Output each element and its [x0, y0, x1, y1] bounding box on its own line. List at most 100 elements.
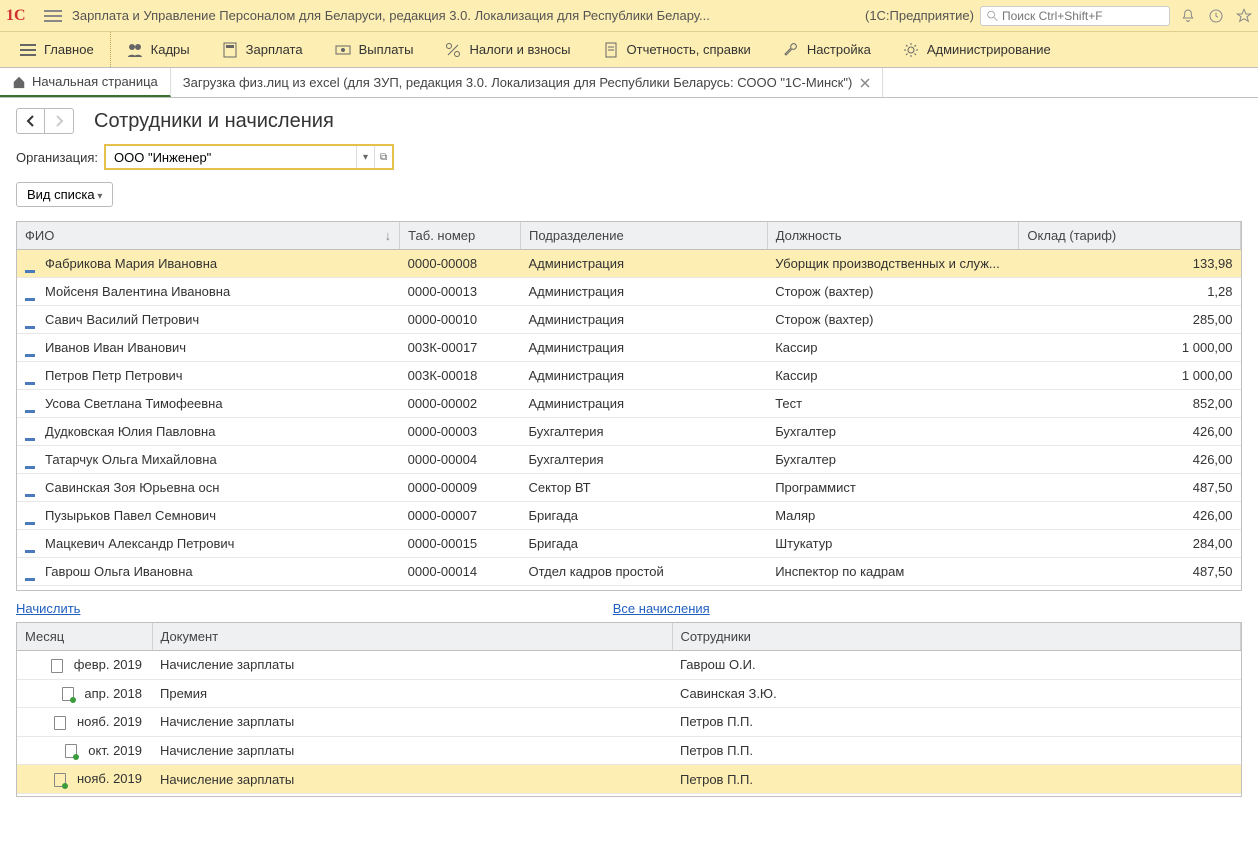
- tab-bar: Начальная страница Загрузка физ.лиц из e…: [0, 68, 1258, 98]
- menu-admin[interactable]: Администрирование: [887, 32, 1067, 67]
- col-emp[interactable]: Сотрудники: [672, 623, 1241, 651]
- logo-1c: 1С⃝: [6, 7, 38, 25]
- employees-table: ФИО Таб. номер Подразделение Должность О…: [17, 222, 1241, 586]
- row-icon: [25, 261, 39, 269]
- menu-main[interactable]: Главное: [4, 32, 111, 67]
- menu-label: Главное: [44, 42, 94, 57]
- table-row[interactable]: Усова Светлана Тимофеевна0000-00002Админ…: [17, 390, 1241, 418]
- app-title: Зарплата и Управление Персоналом для Бел…: [72, 8, 859, 23]
- col-doc[interactable]: Документ: [152, 623, 672, 651]
- bars-icon: [20, 42, 36, 58]
- row-icon: [25, 541, 39, 549]
- page-header: Сотрудники и начисления: [0, 98, 1258, 140]
- view-row: Вид списка: [0, 174, 1258, 215]
- doc-icon: [54, 773, 66, 787]
- links-row: Начислить Все начисления: [0, 591, 1258, 622]
- table-row[interactable]: Фабрикова Мария Ивановна0000-00008Админи…: [17, 250, 1241, 278]
- menu-label: Налоги и взносы: [469, 42, 570, 57]
- row-icon: [25, 289, 39, 297]
- table-row[interactable]: окт. 2019Начисление зарплатыПетров П.П.: [17, 736, 1241, 765]
- percent-icon: [445, 42, 461, 58]
- table-row[interactable]: Татарчук Ольга Михайловна0000-00004Бухга…: [17, 446, 1241, 474]
- col-tab[interactable]: Таб. номер: [400, 222, 521, 250]
- org-label: Организация:: [16, 150, 98, 165]
- money-icon: [335, 42, 351, 58]
- accrue-link[interactable]: Начислить: [16, 601, 80, 616]
- calc-icon: [222, 42, 238, 58]
- hamburger-icon[interactable]: [44, 7, 62, 25]
- table-row[interactable]: апр. 2018ПремияСавинская З.Ю.: [17, 679, 1241, 708]
- menu-kadry[interactable]: Кадры: [111, 32, 206, 67]
- row-icon: [25, 485, 39, 493]
- table-header-row: Месяц Документ Сотрудники: [17, 623, 1241, 651]
- view-list-button[interactable]: Вид списка: [16, 182, 113, 207]
- table-row[interactable]: Пузырьков Павел Семнович0000-00007Бригад…: [17, 502, 1241, 530]
- doc-icon: [65, 744, 77, 758]
- tab-home[interactable]: Начальная страница: [0, 68, 171, 97]
- nav-back[interactable]: [17, 109, 45, 133]
- star-icon[interactable]: [1236, 8, 1252, 24]
- all-accruals-link[interactable]: Все начисления: [613, 601, 710, 616]
- wrench-icon: [783, 42, 799, 58]
- search-input[interactable]: [1002, 9, 1163, 23]
- menu-label: Зарплата: [246, 42, 303, 57]
- employees-table-container[interactable]: ФИО Таб. номер Подразделение Должность О…: [16, 221, 1242, 591]
- menu-label: Отчетность, справки: [627, 42, 751, 57]
- table-row[interactable]: Дудковская Юлия Павловна0000-00003Бухгал…: [17, 418, 1241, 446]
- col-sal[interactable]: Оклад (тариф): [1019, 222, 1241, 250]
- row-icon: [25, 429, 39, 437]
- row-icon: [25, 345, 39, 353]
- accruals-table-container[interactable]: Месяц Документ Сотрудники февр. 2019Начи…: [16, 622, 1242, 797]
- menu-payments[interactable]: Выплаты: [319, 32, 430, 67]
- page-title: Сотрудники и начисления: [94, 110, 334, 133]
- dropdown-icon[interactable]: ▾: [356, 146, 374, 168]
- table-row[interactable]: февр. 2019Начисление зарплатыГаврош О.И.: [17, 651, 1241, 680]
- table-row[interactable]: Мацкевич Александр Петрович0000-00015Бри…: [17, 530, 1241, 558]
- accruals-table: Месяц Документ Сотрудники февр. 2019Начи…: [17, 623, 1241, 794]
- table-header-row: ФИО Таб. номер Подразделение Должность О…: [17, 222, 1241, 250]
- top-icons: [1180, 8, 1252, 24]
- people-icon: [127, 42, 143, 58]
- menu-settings[interactable]: Настройка: [767, 32, 887, 67]
- tab-import[interactable]: Загрузка физ.лиц из excel (для ЗУП, реда…: [171, 68, 884, 97]
- close-icon[interactable]: [860, 78, 870, 88]
- org-select[interactable]: ▾ ⧉: [104, 144, 394, 170]
- table-row[interactable]: Гаврош Ольга Ивановна0000-00014Отдел кад…: [17, 558, 1241, 586]
- col-fio[interactable]: ФИО: [17, 222, 400, 250]
- row-icon: [25, 569, 39, 577]
- report-icon: [603, 42, 619, 58]
- menu-label: Настройка: [807, 42, 871, 57]
- doc-icon: [54, 716, 66, 730]
- open-icon[interactable]: ⧉: [374, 146, 392, 168]
- tab-label: Начальная страница: [32, 74, 158, 89]
- history-icon[interactable]: [1208, 8, 1224, 24]
- col-pos[interactable]: Должность: [767, 222, 1019, 250]
- menu-reports[interactable]: Отчетность, справки: [587, 32, 767, 67]
- table-row[interactable]: Савинская Зоя Юрьевна осн0000-00009Секто…: [17, 474, 1241, 502]
- col-dep[interactable]: Подразделение: [520, 222, 767, 250]
- table-row[interactable]: Мойсеня Валентина Ивановна0000-00013Адми…: [17, 278, 1241, 306]
- global-search[interactable]: [980, 6, 1170, 26]
- nav-forward[interactable]: [45, 109, 73, 133]
- doc-icon: [62, 687, 74, 701]
- title-bar: 1С⃝ Зарплата и Управление Персоналом для…: [0, 0, 1258, 32]
- menu-salary[interactable]: Зарплата: [206, 32, 319, 67]
- menu-taxes[interactable]: Налоги и взносы: [429, 32, 586, 67]
- table-row[interactable]: нояб. 2019Начисление зарплатыПетров П.П.: [17, 765, 1241, 794]
- table-row[interactable]: Иванов Иван Иванович003К-00017Администра…: [17, 334, 1241, 362]
- menu-label: Кадры: [151, 42, 190, 57]
- gear-icon: [903, 42, 919, 58]
- row-icon: [25, 401, 39, 409]
- row-icon: [25, 373, 39, 381]
- col-month[interactable]: Месяц: [17, 623, 152, 651]
- doc-icon: [51, 659, 63, 673]
- menu-label: Администрирование: [927, 42, 1051, 57]
- org-input[interactable]: [106, 150, 356, 165]
- table-row[interactable]: Савич Василий Петрович0000-00010Админист…: [17, 306, 1241, 334]
- tab-label: Загрузка физ.лиц из excel (для ЗУП, реда…: [183, 75, 853, 90]
- bell-icon[interactable]: [1180, 8, 1196, 24]
- table-row[interactable]: Петров Петр Петрович003К-00018Администра…: [17, 362, 1241, 390]
- row-icon: [25, 317, 39, 325]
- table-row[interactable]: нояб. 2019Начисление зарплатыПетров П.П.: [17, 708, 1241, 737]
- home-icon: [12, 75, 26, 89]
